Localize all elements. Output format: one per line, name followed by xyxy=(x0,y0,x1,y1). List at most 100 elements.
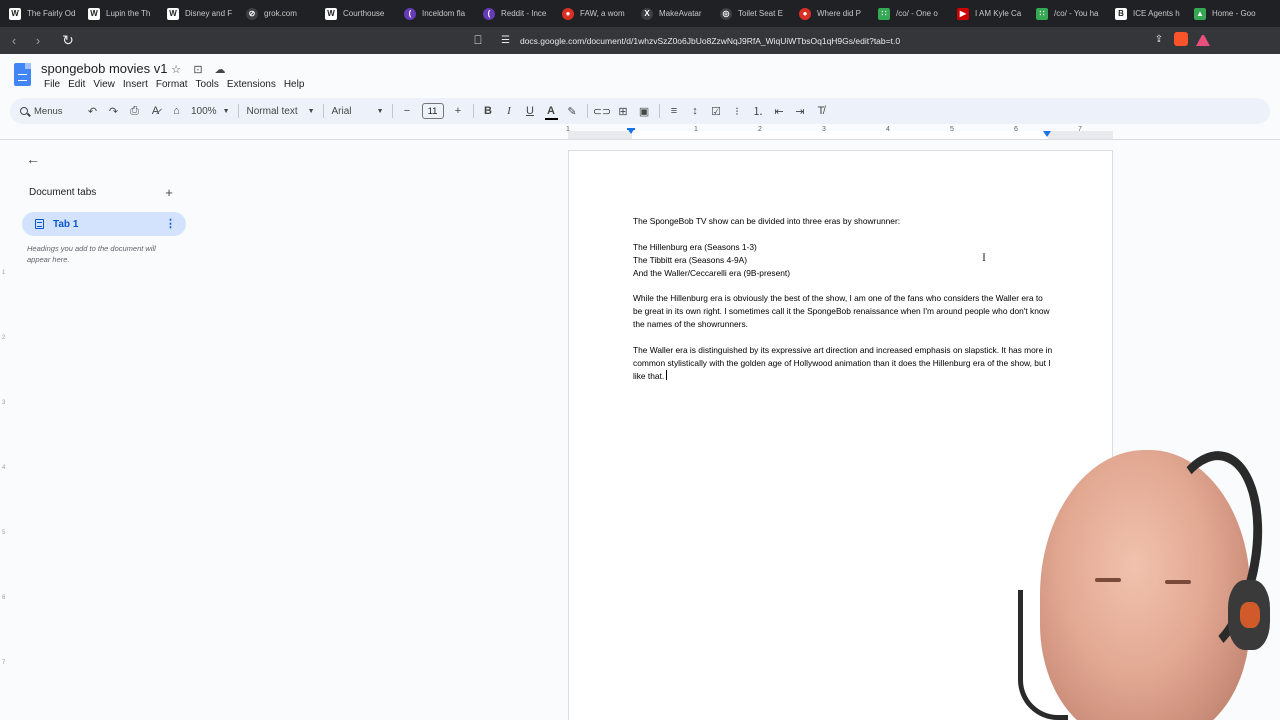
browser-tab[interactable]: ▲ Home - Goo xyxy=(1185,0,1264,27)
chevron-down-icon: ▼ xyxy=(307,107,315,115)
bold-icon[interactable]: B xyxy=(478,101,499,122)
chevron-down-icon: ▼ xyxy=(376,107,384,115)
menu-format[interactable]: Format xyxy=(152,78,192,92)
youtube-icon: ▶ xyxy=(957,7,969,20)
text-color-icon[interactable]: A xyxy=(541,101,562,122)
more-options-icon[interactable]: ⋮ xyxy=(165,217,176,230)
paragraph-intro: The SpongeBob TV show can be divided int… xyxy=(633,216,901,226)
checklist-icon[interactable]: ☑ xyxy=(706,101,727,122)
forward-icon[interactable]: › xyxy=(28,31,48,51)
clear-formatting-icon[interactable]: T̸ xyxy=(811,101,832,122)
bookmark-icon[interactable]: ⎕ xyxy=(471,32,485,48)
move-folder-icon[interactable]: ⊡ xyxy=(192,63,204,76)
italic-icon[interactable]: I xyxy=(499,101,520,122)
link-icon[interactable]: ⊂⊃ xyxy=(592,101,613,122)
align-icon[interactable]: ≡ xyxy=(664,101,685,122)
zoom-select[interactable]: 100% ▼ xyxy=(187,106,234,117)
browser-tab[interactable]: B ICE Agents h xyxy=(1106,0,1185,27)
url-text: docs.google.com/document/d/1whzvSzZ0o6Jb… xyxy=(519,35,901,46)
browser-tab[interactable]: ⊘ grok.com xyxy=(237,0,316,27)
browser-tab[interactable]: W Courthouse xyxy=(316,0,395,27)
webcam-overlay xyxy=(1000,440,1280,720)
text-cursor xyxy=(666,369,668,380)
ruler-number: 1 xyxy=(694,126,698,133)
star-icon[interactable]: ☆ xyxy=(170,63,182,76)
menu-insert[interactable]: Insert xyxy=(119,78,152,92)
site-info-icon[interactable]: ☰ xyxy=(501,35,510,46)
browser-tab[interactable]: (Inceldom fla xyxy=(395,0,474,27)
menu-help[interactable]: Help xyxy=(280,78,309,92)
formatting-toolbar: Menus ↶ ↷ ⎙ A̷ ⌂ 100% ▼ Normal text ▼ Aria… xyxy=(10,98,1270,124)
ruler-number: 2 xyxy=(758,126,762,133)
spellcheck-icon[interactable]: A̷ xyxy=(145,101,166,122)
ruler-number: 5 xyxy=(950,126,954,133)
document-title[interactable]: spongebob movies v1 xyxy=(41,61,167,76)
undo-icon[interactable]: ↶ xyxy=(82,101,103,122)
numbered-list-icon[interactable]: ⒈ xyxy=(748,101,769,122)
back-icon[interactable]: ‹ xyxy=(4,31,24,51)
outline-hint: Headings you add to the document will ap… xyxy=(27,244,156,264)
paragraph-era-3: And the Waller/Ceccarelli era (9B-presen… xyxy=(633,267,791,278)
highlight-icon[interactable]: ✎ xyxy=(562,101,583,122)
right-indent-handle[interactable] xyxy=(1043,131,1051,137)
font-select[interactable]: Arial ▼ xyxy=(328,106,388,117)
share-icon[interactable]: ⇪ xyxy=(1152,32,1166,46)
brave-rewards-icon[interactable] xyxy=(1196,32,1210,46)
close-outline-icon[interactable]: ← xyxy=(24,150,42,168)
wikipedia-icon: W xyxy=(88,7,100,20)
add-tab-icon[interactable]: + xyxy=(162,185,176,200)
reload-icon[interactable]: ↻ xyxy=(58,31,78,51)
brave-shields-icon[interactable] xyxy=(1174,32,1188,46)
browser-tab[interactable]: ● FAW, a wom xyxy=(553,0,632,27)
site-icon: ( xyxy=(483,7,495,20)
decrease-indent-icon[interactable]: ⇤ xyxy=(769,101,790,122)
paragraph-body-1: While the Hillenburg era is obviously th… xyxy=(633,293,1050,330)
search-menus[interactable]: Menus xyxy=(20,106,82,117)
4chan-icon: ∷ xyxy=(1036,7,1048,20)
browser-tab[interactable]: ∷/co/ - One o xyxy=(869,0,948,27)
redo-icon[interactable]: ↷ xyxy=(103,101,124,122)
url-field[interactable]: ☰ docs.google.com/document/d/1whzvSzZ0o6… xyxy=(495,30,1213,51)
docs-logo-icon[interactable] xyxy=(14,63,31,86)
browser-tab[interactable]: ● Where did P xyxy=(790,0,869,27)
paint-format-icon[interactable]: ⌂ xyxy=(166,101,187,122)
cloud-saved-icon[interactable]: ☁ xyxy=(214,63,226,76)
reddit-icon: ● xyxy=(562,7,574,20)
browser-tab[interactable]: (Reddit - Ince xyxy=(474,0,553,27)
drive-icon: ▲ xyxy=(1194,7,1206,20)
underline-icon[interactable]: U xyxy=(520,101,541,122)
ruler-number: 6 xyxy=(1014,126,1018,133)
menu-edit[interactable]: Edit xyxy=(64,78,89,92)
font-size-input[interactable]: 11 xyxy=(421,103,444,119)
menu-extensions[interactable]: Extensions xyxy=(223,78,280,92)
left-indent-handle[interactable] xyxy=(627,128,635,134)
browser-tab[interactable]: ◎ Toilet Seat E xyxy=(711,0,790,27)
decrease-font-size-icon[interactable]: − xyxy=(397,101,418,122)
document-tab[interactable]: Tab 1 ⋮ xyxy=(22,212,186,236)
browser-tab[interactable]: W Lupin the Th xyxy=(79,0,158,27)
menu-view[interactable]: View xyxy=(89,78,119,92)
comment-icon[interactable]: ⊞ xyxy=(613,101,634,122)
tab-document-icon xyxy=(35,219,44,229)
print-icon[interactable]: ⎙ xyxy=(124,101,145,122)
increase-indent-icon[interactable]: ⇥ xyxy=(790,101,811,122)
increase-font-size-icon[interactable]: + xyxy=(448,101,469,122)
browser-tab[interactable]: ∷/co/ - You ha xyxy=(1027,0,1106,27)
line-spacing-icon[interactable]: ↕ xyxy=(685,101,706,122)
browser-tab[interactable]: X MakeAvatar xyxy=(632,0,711,27)
mouse-ibeam-cursor: I xyxy=(982,250,986,264)
divider xyxy=(658,104,660,118)
ruler-number: 3 xyxy=(822,126,826,133)
site-icon: ( xyxy=(404,7,416,20)
browser-tab[interactable]: W The Fairly Od xyxy=(0,0,79,27)
ruler-number: 4 xyxy=(886,126,890,133)
style-select[interactable]: Normal text ▼ xyxy=(243,106,319,117)
image-icon[interactable]: ▣ xyxy=(634,101,655,122)
menu-file[interactable]: File xyxy=(40,78,64,92)
divider xyxy=(391,104,393,118)
browser-tab[interactable]: W Disney and F xyxy=(158,0,237,27)
bulleted-list-icon[interactable]: ⁝ xyxy=(727,101,748,122)
document-body[interactable]: The SpongeBob TV show can be divided int… xyxy=(633,215,1053,383)
menu-tools[interactable]: Tools xyxy=(192,78,223,92)
browser-tab[interactable]: ▶ I AM Kyle Ca xyxy=(948,0,1027,27)
